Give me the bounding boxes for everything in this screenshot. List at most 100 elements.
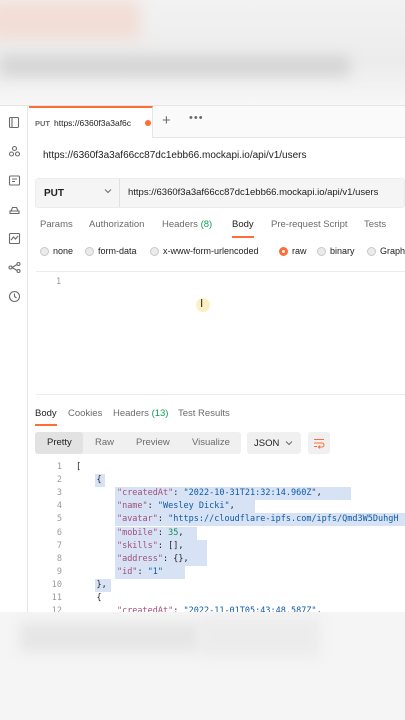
chevron-down-icon (104, 187, 112, 195)
resp-tab-test-results[interactable]: Test Results (178, 408, 230, 419)
tab-params[interactable]: Params (40, 219, 73, 230)
json-key: "address" (116, 553, 164, 564)
method-select[interactable]: PUT (36, 179, 120, 207)
body-option-raw[interactable]: raw (279, 246, 307, 256)
mock-servers-icon[interactable] (8, 203, 21, 216)
format-pretty[interactable]: Pretty (47, 437, 72, 448)
request-tab-url: https://6360f3a3af6c (54, 118, 132, 128)
code-line-number: 6 (56, 527, 62, 538)
code-line: 2 { (35, 474, 405, 488)
request-body-editor[interactable]: 1 I (36, 271, 405, 395)
code-line-number: 5 (56, 514, 62, 525)
code-line-text: }, (76, 579, 107, 590)
json-colon: : (147, 501, 158, 512)
active-tab-indicator (232, 236, 254, 238)
url-bar: PUT https://6360f3a3af66cc87dc1ebb66.moc… (35, 178, 405, 208)
body-option-graphql[interactable]: Graph (367, 246, 405, 256)
code-line-number: 8 (56, 553, 62, 564)
resp-tab-headers-label: Headers (113, 408, 149, 419)
code-line-text: "avatar": "https://cloudflare-ipfs.com/i… (76, 513, 399, 526)
body-option-binary[interactable]: binary (317, 246, 355, 256)
url-input[interactable]: https://6360f3a3af66cc87dc1ebb66.mockapi… (128, 187, 378, 198)
environments-icon[interactable] (8, 174, 21, 187)
apis-icon[interactable] (8, 145, 21, 158)
code-line-number: 10 (51, 579, 62, 590)
response-body-viewer[interactable]: 1[2 {3 "createdAt": "2022-10-31T21:32:14… (35, 461, 405, 613)
json-punctuation: , (183, 553, 189, 564)
request-tab-method: PUT (35, 118, 50, 128)
body-option-form-data[interactable]: form-data (85, 246, 137, 256)
code-line: 11 { (35, 592, 405, 605)
resp-tab-body[interactable]: Body (35, 408, 57, 419)
language-value: JSON (254, 437, 280, 449)
request-tab[interactable]: PUT https://6360f3a3af6c (29, 106, 153, 138)
chevron-down-icon (285, 439, 293, 447)
code-line: 3 "createdAt": "2022-10-31T21:32:14.960Z… (35, 487, 405, 501)
body-option-none[interactable]: none (40, 246, 73, 256)
tab-headers-count: (8) (200, 219, 213, 230)
body-option-label: x-www-form-urlencoded (163, 246, 259, 256)
radio-icon (317, 246, 326, 256)
body-option-label: none (53, 246, 74, 256)
blurred-video-overlay-top (0, 0, 405, 105)
radio-selected-icon (279, 246, 288, 256)
json-punctuation: , (316, 488, 322, 499)
request-title[interactable]: https://6360f3a3af66cc87dc1ebb66.mockapi… (43, 150, 307, 161)
history-icon[interactable] (8, 290, 21, 303)
wrap-lines-button[interactable] (308, 432, 330, 454)
json-colon: : (137, 566, 148, 577)
format-raw[interactable]: Raw (95, 437, 114, 448)
resp-tab-cookies[interactable]: Cookies (68, 408, 102, 419)
json-punctuation: , (178, 527, 184, 538)
format-preview[interactable]: Preview (136, 437, 170, 448)
tab-body[interactable]: Body (232, 219, 254, 230)
json-key: "avatar" (116, 514, 158, 525)
format-visualize[interactable]: Visualize (192, 437, 230, 448)
code-line: 7 "skills": [], (35, 539, 405, 553)
code-line: 9 "id": "1" (35, 565, 405, 579)
code-line-text: "skills": [], (76, 540, 184, 553)
tab-tests[interactable]: Tests (364, 219, 386, 230)
json-colon: : (173, 488, 184, 499)
more-tabs-button[interactable]: ••• (189, 112, 204, 124)
body-option-label: form-data (98, 246, 137, 256)
collections-icon[interactable] (8, 116, 21, 129)
tab-prerequest-script[interactable]: Pre-request Script (271, 219, 348, 230)
json-key: "id" (116, 566, 138, 577)
text-wrap-icon (314, 439, 325, 449)
new-tab-button[interactable]: + (162, 113, 171, 129)
tab-headers-label: Headers (162, 219, 198, 230)
radio-icon (367, 246, 376, 256)
monitors-icon[interactable] (8, 232, 21, 245)
json-value: "https://cloudflare-ipfs.com/ipfs/Qmd3W5… (168, 514, 399, 525)
language-select[interactable]: JSON (247, 432, 301, 454)
code-line-number: 4 (56, 501, 62, 512)
tab-authorization[interactable]: Authorization (89, 219, 144, 230)
json-value: "2022-10-31T21:32:14.960Z" (183, 488, 317, 499)
editor-line-number: 1 (56, 277, 62, 287)
json-value: 35 (168, 527, 179, 538)
code-line: 6 "mobile": 35, (35, 526, 405, 540)
resp-tab-headers-count: (13) (151, 408, 169, 419)
code-line-text: "mobile": 35, (76, 527, 184, 540)
json-punctuation: , (178, 540, 184, 551)
resp-tab-headers[interactable]: Headers (13) (113, 408, 168, 419)
code-line: 8 "address": {}, (35, 552, 405, 566)
tab-headers[interactable]: Headers (8) (162, 219, 212, 230)
code-line-number: 11 (51, 593, 62, 603)
body-option-urlencoded[interactable]: x-www-form-urlencoded (150, 246, 259, 256)
flows-icon[interactable] (8, 261, 21, 274)
blurred-shape (200, 617, 320, 657)
json-key: "name" (116, 501, 148, 512)
json-colon: : (157, 514, 169, 525)
blurred-shape (0, 0, 140, 40)
sidebar (0, 106, 28, 613)
text-cursor-icon: I (200, 297, 204, 310)
